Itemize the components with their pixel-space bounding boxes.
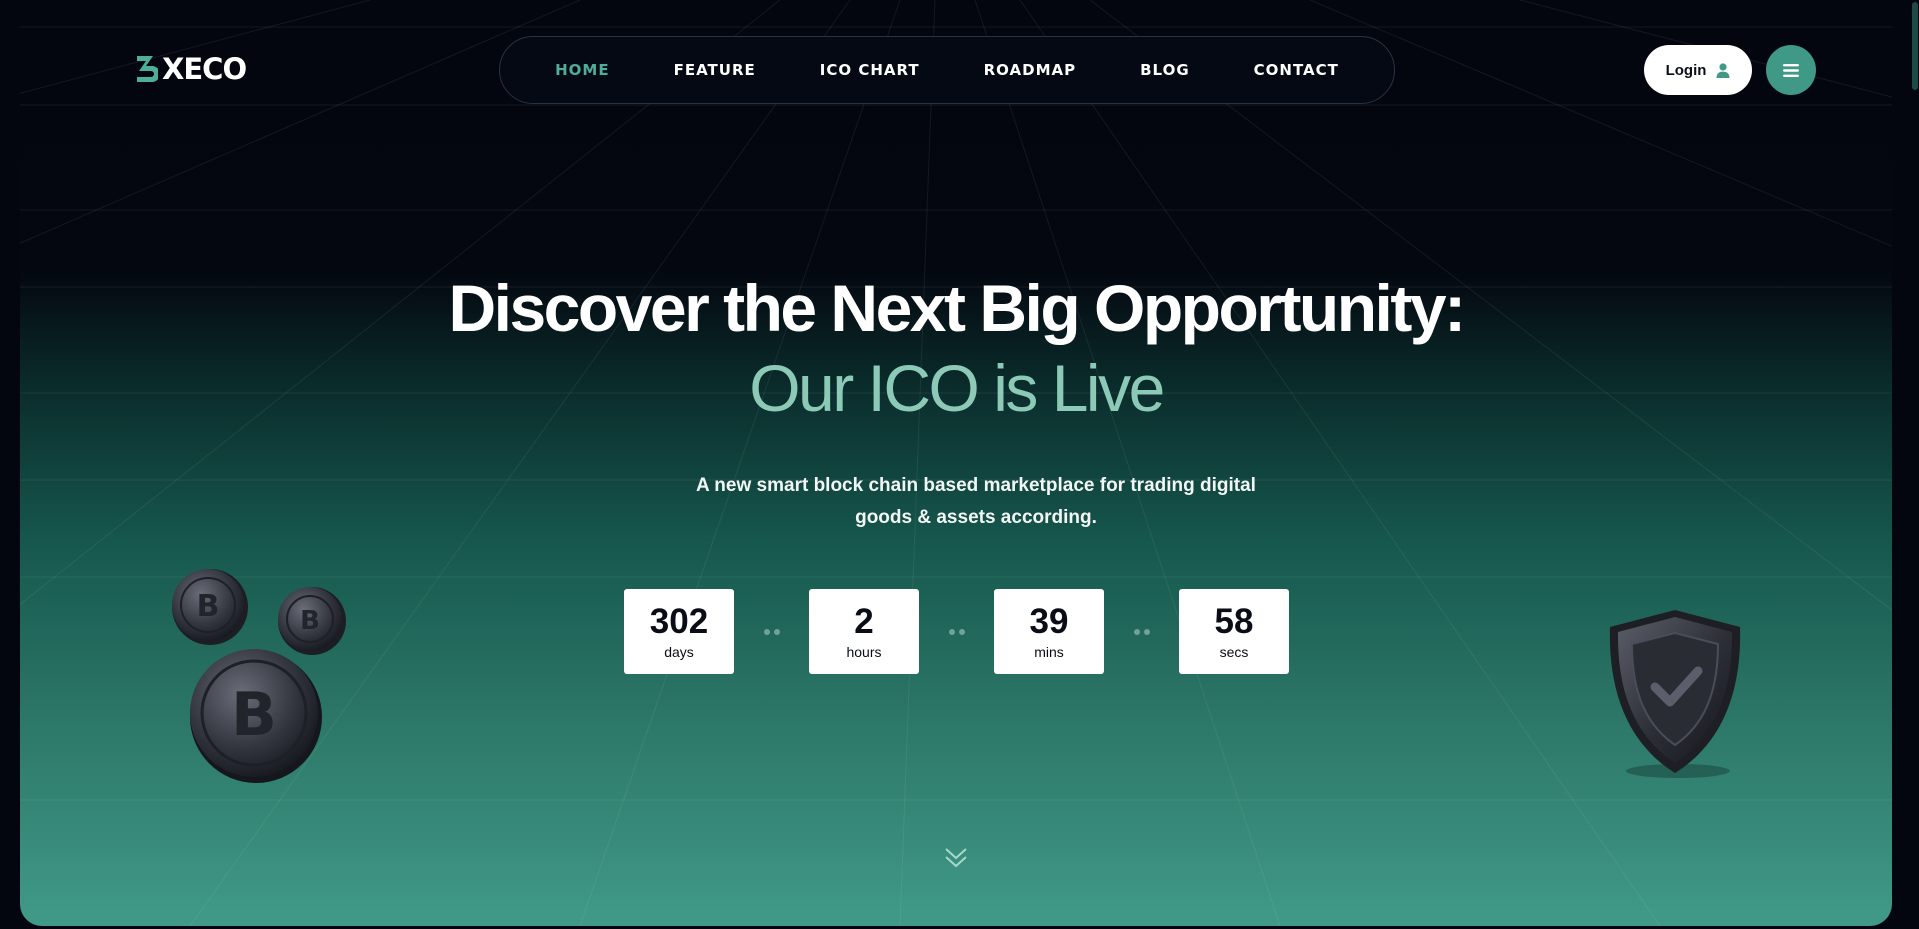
scrollbar-track[interactable] bbox=[1910, 0, 1919, 929]
main-nav: HOME FEATURE ICO CHART ROADMAP BLOG CONT… bbox=[499, 36, 1395, 104]
countdown-value: 2 bbox=[854, 601, 874, 641]
menu-button[interactable] bbox=[1766, 45, 1816, 95]
coin-large: B bbox=[190, 649, 322, 783]
hero-title: Discover the Next Big Opportunity: bbox=[448, 271, 1466, 345]
login-button[interactable]: Login bbox=[1644, 45, 1752, 95]
countdown-unit: secs bbox=[1219, 643, 1249, 660]
coin-small-right: B bbox=[278, 587, 346, 655]
logo-mark-icon bbox=[137, 56, 158, 82]
countdown-hours: 2 hours bbox=[809, 589, 919, 674]
svg-text:B: B bbox=[231, 680, 277, 750]
brand-name: XECO bbox=[162, 52, 247, 86]
svg-text:B: B bbox=[300, 606, 320, 636]
countdown-value: 302 bbox=[649, 601, 709, 641]
countdown-separator bbox=[734, 589, 809, 674]
svg-text:B: B bbox=[197, 589, 220, 624]
coin-small-left: B bbox=[172, 569, 248, 645]
countdown-secs: 58 secs bbox=[1179, 589, 1289, 674]
nav-item-feature[interactable]: FEATURE bbox=[642, 61, 788, 79]
countdown-separator bbox=[1104, 589, 1179, 674]
hero-section: XECO HOME FEATURE ICO CHART ROADMAP BLOG… bbox=[20, 0, 1892, 926]
chevron-double-down-icon[interactable] bbox=[943, 846, 969, 870]
hero-title-accent: Our ICO is Live bbox=[749, 351, 1165, 425]
countdown-value: 58 bbox=[1214, 601, 1254, 641]
hero-subtitle: A new smart block chain based marketplac… bbox=[696, 475, 1256, 528]
nav-item-blog[interactable]: BLOG bbox=[1108, 61, 1222, 79]
countdown-unit: hours bbox=[846, 643, 882, 660]
scrollbar-thumb[interactable] bbox=[1912, 2, 1918, 90]
countdown-mins: 39 mins bbox=[994, 589, 1104, 674]
login-button-label: Login bbox=[1665, 61, 1707, 79]
nav-item-home[interactable]: HOME bbox=[523, 61, 641, 79]
countdown-unit: mins bbox=[1034, 643, 1064, 660]
bitcoin-coins-illustration: B B B bbox=[172, 569, 346, 783]
hamburger-icon bbox=[1783, 63, 1799, 77]
shield-check-illustration bbox=[1609, 610, 1741, 778]
nav-item-contact[interactable]: CONTACT bbox=[1222, 61, 1371, 79]
countdown-timer: 302 days 2 hours 39 mins 58 secs bbox=[624, 589, 1289, 674]
brand-logo[interactable]: XECO bbox=[134, 52, 247, 86]
background-grid bbox=[20, 0, 1892, 926]
page: XECO HOME FEATURE ICO CHART ROADMAP BLOG… bbox=[0, 0, 1919, 929]
countdown-separator bbox=[919, 589, 994, 674]
countdown-value: 39 bbox=[1029, 601, 1069, 641]
user-icon bbox=[1716, 62, 1730, 78]
countdown-unit: days bbox=[664, 643, 694, 660]
nav-item-roadmap[interactable]: ROADMAP bbox=[952, 61, 1109, 79]
countdown-days: 302 days bbox=[624, 589, 734, 674]
nav-item-ico-chart[interactable]: ICO CHART bbox=[788, 61, 952, 79]
